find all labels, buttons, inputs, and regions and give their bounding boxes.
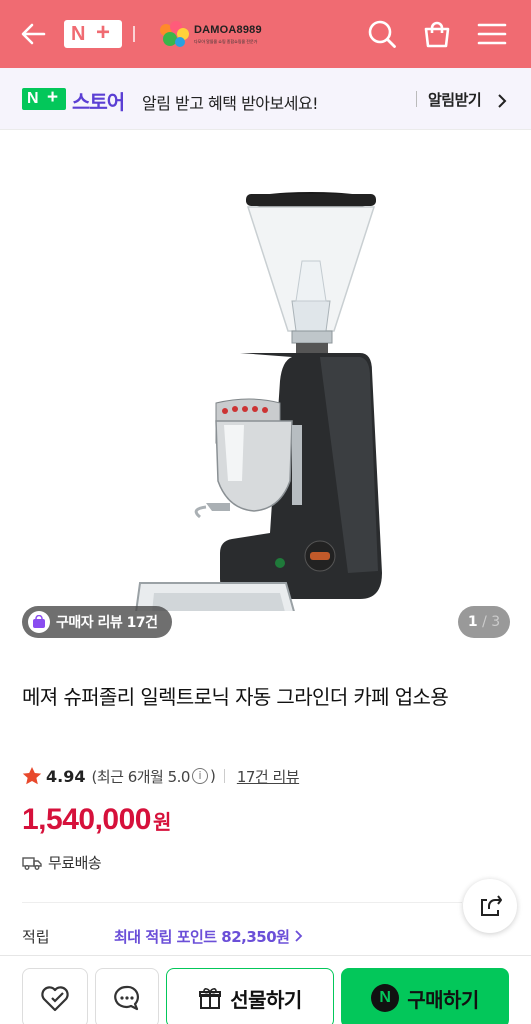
price-amount: 1,540,000: [22, 803, 151, 836]
rating-row: 4.94 (최근 6개월 5.0 i ) 17건 리뷰: [22, 764, 300, 788]
subscribe-alert-button[interactable]: 알림받기: [428, 89, 482, 110]
product-title: 메져 슈퍼졸리 일렉트로닉 자동 그라인더 카페 업소용: [22, 685, 449, 709]
price: 1,540,000 원: [22, 803, 171, 837]
shop-logo[interactable]: DAMOA8989 다모아 알뜰몰 쇼핑 종합쇼핑몰 전문가: [156, 18, 266, 52]
chevron-right-icon: [496, 93, 508, 108]
naver-plus-store-logo: N +: [22, 87, 66, 110]
store-label: 스토어: [72, 90, 125, 114]
banner-divider: [416, 91, 417, 107]
bottom-action-bar: 선물하기 N 구매하기: [0, 955, 531, 1024]
price-currency: 원: [152, 810, 172, 834]
delivery-truck-icon: [22, 856, 42, 870]
section-divider: [22, 902, 462, 903]
banner-message: 알림 받고 혜택 받아보세요!: [142, 94, 319, 113]
share-button[interactable]: [463, 879, 517, 933]
logo-n: N: [71, 23, 86, 45]
gift-button[interactable]: 선물하기: [166, 968, 334, 1024]
naver-plus-logo[interactable]: N +: [64, 19, 122, 48]
points-chevron-icon: [295, 930, 303, 942]
rating-score: 4.94: [46, 766, 86, 786]
share-icon: [481, 895, 502, 916]
points-link[interactable]: 최대 적립 포인트 82,350원: [114, 926, 304, 947]
shop-logo-mark-icon: [160, 21, 189, 47]
shopping-bag-icon[interactable]: [421, 18, 453, 50]
heart-check-icon: [41, 986, 69, 1012]
rating-recent: (최근 6개월 5.0: [91, 767, 190, 786]
header-divider: [133, 26, 135, 42]
gift-icon: [199, 988, 222, 1009]
review-count-link[interactable]: 17건 리뷰: [237, 766, 300, 787]
back-arrow-icon[interactable]: [18, 18, 50, 50]
buy-label: 구매하기: [407, 987, 479, 1012]
logo-plus: +: [96, 19, 111, 46]
store-logo-plus: +: [47, 87, 59, 108]
image-counter-total: / 3: [482, 614, 501, 630]
buyer-review-badge[interactable]: 구매자 리뷰 17건: [22, 606, 172, 638]
wishlist-button[interactable]: [22, 968, 88, 1024]
talk-chat-button[interactable]: [95, 968, 159, 1024]
gift-label: 선물하기: [230, 987, 302, 1012]
search-icon[interactable]: [366, 18, 398, 50]
delivery-label: 무료배송: [48, 854, 102, 872]
rating-divider: [223, 769, 225, 783]
points-value: 최대 적립 포인트 82,350원: [114, 928, 290, 946]
rating-recent-close: ): [209, 767, 216, 785]
shop-tagline: 다모아 알뜰몰 쇼핑 종합쇼핑몰 전문가: [194, 39, 258, 44]
points-label: 적립: [22, 928, 50, 946]
top-header: N + DAMOA8989 다모아 알뜰몰 쇼핑 종합쇼핑몰 전문가: [0, 0, 531, 68]
chat-bubble-icon: [114, 985, 139, 1011]
store-notification-banner: N + 스토어 알림 받고 혜택 받아보세요! 알림받기: [0, 68, 531, 130]
image-counter: 1 / 3: [458, 606, 510, 638]
store-logo-n: N: [27, 90, 39, 107]
product-image-gallery[interactable]: 구매자 리뷰 17건 1 / 3: [0, 131, 531, 651]
info-icon[interactable]: i: [191, 768, 208, 784]
product-photo-coffee-grinder: [135, 192, 382, 611]
star-icon: [22, 767, 42, 785]
shop-name: DAMOA8989: [194, 24, 262, 36]
npay-icon: N: [371, 984, 400, 1012]
delivery-info: 무료배송: [22, 852, 102, 873]
image-counter-current: 1: [467, 614, 478, 630]
menu-icon[interactable]: [476, 18, 508, 50]
buy-button[interactable]: N 구매하기: [341, 968, 509, 1024]
review-bag-icon: [28, 611, 50, 633]
review-badge-label: 구매자 리뷰 17건: [56, 615, 158, 631]
